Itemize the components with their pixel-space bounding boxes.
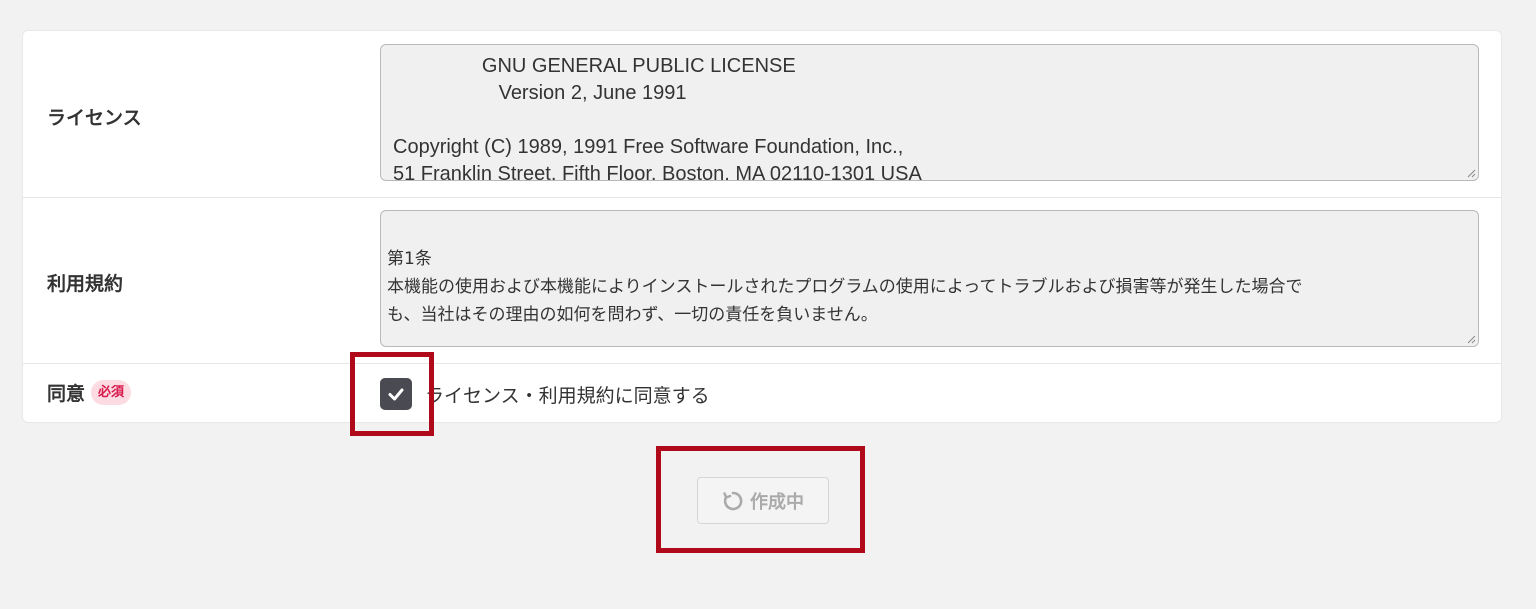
- license-row: ライセンス GNU GENERAL PUBLIC LICENSE Version…: [23, 31, 1501, 198]
- consent-checkbox-label[interactable]: ライセンス・利用規約に同意する: [425, 381, 710, 408]
- create-button[interactable]: 作成中: [697, 477, 829, 524]
- license-label: ライセンス: [47, 107, 142, 129]
- terms-label: 利用規約: [47, 273, 124, 295]
- terms-textarea[interactable]: 第1条 本機能の使用および本機能によりインストールされたプログラムの使用によって…: [380, 210, 1479, 347]
- required-badge: 必須: [91, 380, 132, 405]
- license-textarea[interactable]: GNU GENERAL PUBLIC LICENSE Version 2, Ju…: [380, 44, 1479, 181]
- spinner-icon: [723, 491, 743, 510]
- terms-text: 第1条 本機能の使用および本機能によりインストールされたプログラムの使用によって…: [387, 249, 1303, 325]
- create-button-label: 作成中: [750, 491, 804, 513]
- form-card: ライセンス GNU GENERAL PUBLIC LICENSE Version…: [22, 30, 1502, 423]
- resize-grip-icon[interactable]: [1466, 334, 1476, 344]
- consent-label-text: 同意: [47, 383, 86, 405]
- check-icon: [388, 388, 404, 401]
- consent-row: 同意 必須 ライセンス・利用規約に同意する: [23, 364, 1501, 423]
- terms-row: 利用規約 第1条 本機能の使用および本機能によりインストールされたプログラムの使…: [23, 198, 1501, 364]
- consent-checkbox[interactable]: [380, 378, 412, 410]
- consent-label: 同意 必須: [47, 379, 132, 406]
- resize-grip-icon[interactable]: [1466, 168, 1476, 178]
- license-text: GNU GENERAL PUBLIC LICENSE Version 2, Ju…: [393, 55, 922, 181]
